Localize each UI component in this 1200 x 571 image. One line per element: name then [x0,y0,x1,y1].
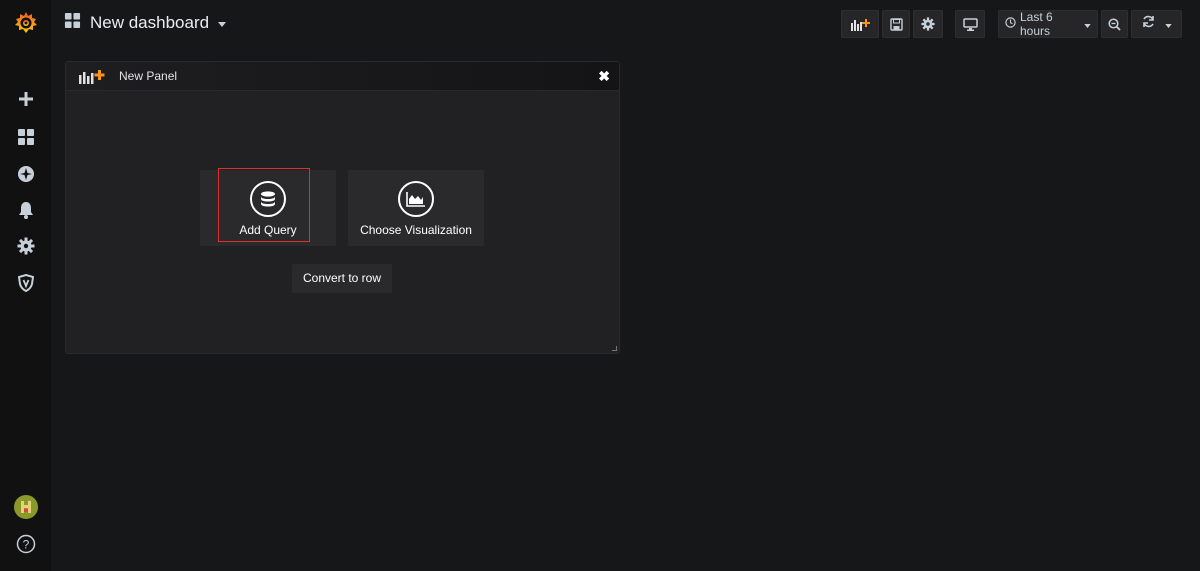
gear-icon[interactable] [12,232,40,260]
refresh-button[interactable] [1131,10,1182,38]
panel-title: New Panel [119,69,178,83]
caret-down-icon [218,14,227,32]
panel-header: New Panel ✖ [66,62,619,91]
sidebar: ? [0,0,51,571]
clock-icon [1005,17,1016,31]
dashboard-settings-button[interactable] [913,10,943,38]
area-chart-icon [398,181,434,217]
choose-visualization-label: Choose Visualization [360,223,472,237]
time-picker-button[interactable]: Last 6 hours [998,10,1098,38]
view-mode-button[interactable] [955,10,985,38]
close-icon[interactable]: ✖ [598,69,610,83]
add-panel-icon [78,68,106,89]
explore-icon[interactable] [12,160,40,188]
grafana-logo-icon[interactable] [12,9,40,37]
refresh-icon [1142,15,1155,33]
bell-icon[interactable] [12,196,40,224]
highlight-box [218,168,310,242]
caret-down-icon [1164,15,1172,33]
shield-icon[interactable] [12,269,40,297]
zoom-out-button[interactable] [1101,10,1128,38]
add-panel-button[interactable] [841,10,879,38]
plus-icon[interactable] [12,85,40,113]
dashboards-icon [64,12,81,34]
resize-handle[interactable] [612,346,617,351]
dashboard-picker[interactable]: New dashboard [64,12,227,34]
caret-down-icon [1084,17,1091,31]
add-query-button[interactable]: Add Query [200,168,336,246]
dashboards-icon[interactable] [12,123,40,151]
convert-to-row-button[interactable]: Convert to row [292,264,392,293]
help-icon[interactable]: ? [12,530,40,558]
avatar[interactable] [12,493,40,521]
choose-visualization-button[interactable]: Choose Visualization [348,170,484,246]
save-dashboard-button[interactable] [882,10,910,38]
svg-text:?: ? [23,538,30,552]
new-panel: New Panel ✖ Add Query Choose Visualizati… [65,61,620,354]
time-range-label: Last 6 hours [1020,10,1053,38]
dashboard-title: New dashboard [90,13,210,32]
topbar: New dashboard Last 6 hours [51,0,1200,46]
